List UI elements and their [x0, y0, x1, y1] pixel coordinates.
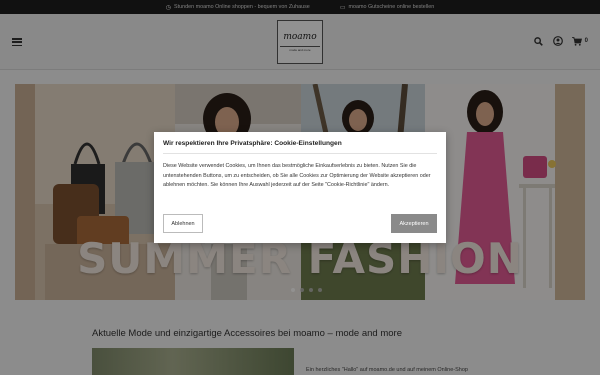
cookie-dialog-text: Diese Website verwendet Cookies, um Ihne… [163, 163, 431, 189]
cookie-dialog-title: Wir respektieren Ihre Privatsphäre: Cook… [163, 140, 342, 147]
decline-cookies-button[interactable]: Ablehnen [163, 214, 203, 233]
accept-cookies-button[interactable]: Akzeptieren [391, 214, 437, 233]
cookie-dialog-divider [163, 153, 437, 154]
cookie-consent-dialog: Wir respektieren Ihre Privatsphäre: Cook… [154, 132, 446, 243]
